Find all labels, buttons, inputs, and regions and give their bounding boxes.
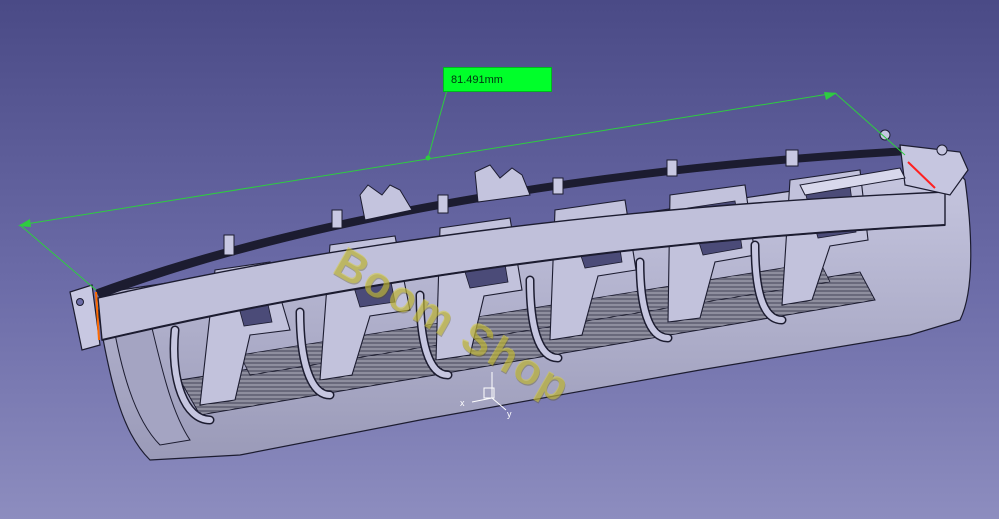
extension-line-right (834, 92, 906, 156)
axis-y-label: y (507, 409, 512, 419)
measurement-value-label[interactable]: 81.491mm (443, 67, 552, 92)
saddle (474, 164, 531, 203)
axis-x-label: x (460, 398, 465, 408)
leader-dot (425, 155, 431, 161)
bow-hole (76, 298, 84, 306)
dimension-arrow-left (18, 219, 31, 227)
extension-line-left (19, 224, 97, 291)
leader-line (427, 89, 448, 159)
cad-3d-viewport[interactable]: x y 81.491mm Boom Shop (0, 0, 999, 519)
dimension-arrow-right (824, 92, 837, 100)
